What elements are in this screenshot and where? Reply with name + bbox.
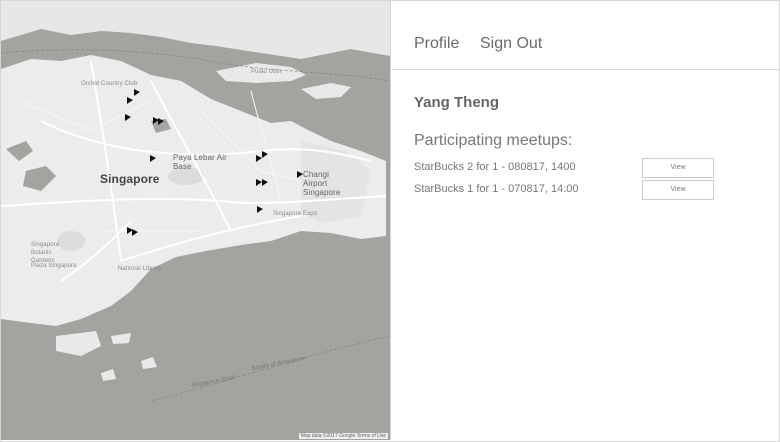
meetup-label: StarBucks 2 for 1 - 080817, 1400 (414, 161, 576, 173)
meetup-row: StarBucks 2 for 1 - 080817, 1400 View (414, 158, 714, 178)
nav-profile-link[interactable]: Profile (414, 35, 459, 53)
map-label-paya-lebar: Paya Lebar Air Base (173, 153, 227, 171)
map-label-ubin: Pulau Ubin (251, 69, 282, 75)
map-label-expo: Singapore Expo (273, 211, 318, 217)
map-marker-icon[interactable] (158, 118, 164, 125)
map-marker-icon[interactable] (127, 97, 133, 104)
map-canvas[interactable] (1, 1, 390, 440)
user-name: Yang Theng (414, 94, 500, 111)
meetup-row: StarBucks 1 for 1 - 070817, 14:00 View (414, 180, 714, 200)
map-marker-icon[interactable] (150, 155, 156, 162)
map-attribution[interactable]: Map data ©2017 Google Terms of Use (298, 433, 388, 439)
meetups-heading: Participating meetups: (414, 132, 573, 149)
map-marker-icon[interactable] (262, 179, 268, 186)
map-label-changi: Changi Airport Singapore (303, 170, 341, 197)
map-marker-icon[interactable] (297, 171, 303, 178)
map-label-botanic: Singapore Botanic Gardens (31, 242, 60, 264)
view-button[interactable]: View (642, 158, 714, 178)
map-marker-icon[interactable] (132, 229, 138, 236)
content-panel: Profile Sign Out Yang Theng Participatin… (390, 1, 780, 440)
view-button[interactable]: View (642, 180, 714, 200)
map-panel[interactable]: Singapore Paya Lebar Air Base Changi Air… (1, 1, 390, 440)
map-marker-icon[interactable] (125, 114, 131, 121)
top-nav: Profile Sign Out (391, 1, 780, 70)
map-city-label: Singapore (100, 172, 160, 186)
map-label-orchid: Orchid Country Club (81, 81, 138, 87)
map-label-library: National Library (118, 266, 162, 272)
map-marker-icon[interactable] (257, 206, 263, 213)
map-marker-icon[interactable] (262, 151, 268, 158)
map-marker-icon[interactable] (134, 89, 140, 96)
map-label-plaza: Plaza Singapura (31, 263, 77, 269)
meetup-label: StarBucks 1 for 1 - 070817, 14:00 (414, 183, 579, 195)
nav-sign-out-link[interactable]: Sign Out (480, 35, 542, 53)
